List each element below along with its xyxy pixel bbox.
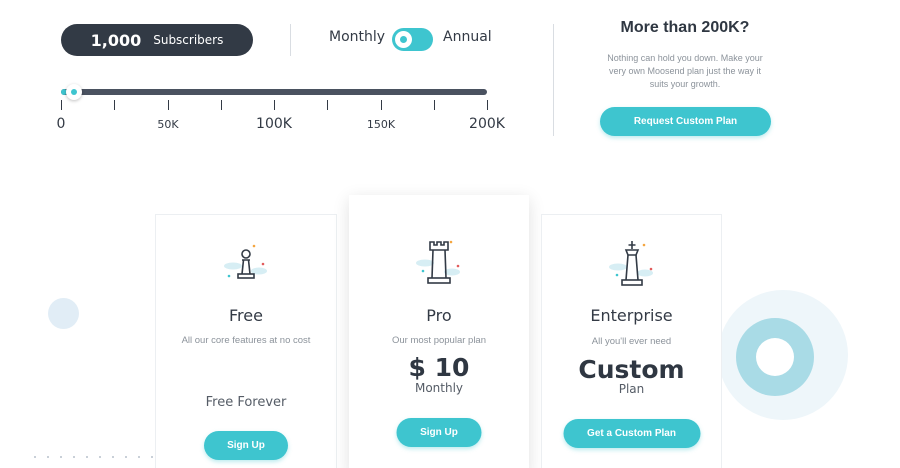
request-custom-plan-button[interactable]: Request Custom Plan <box>600 107 771 136</box>
plan-name: Pro <box>426 306 452 325</box>
decorative-circle <box>48 298 79 329</box>
subscriber-slider-thumb[interactable] <box>66 84 82 100</box>
billing-toggle[interactable] <box>392 28 433 51</box>
slider-tick <box>327 100 328 110</box>
custom-plan-description: Nothing can hold you down. Make your ver… <box>607 53 763 89</box>
plan-description: All you'll ever need <box>591 336 672 347</box>
toggle-knob[interactable] <box>395 31 412 48</box>
subscriber-slider-track[interactable] <box>61 89 487 95</box>
decorative-dots <box>34 456 153 458</box>
rook-icon <box>416 240 460 284</box>
slider-tick <box>274 100 275 110</box>
plan-card-pro: Pro Our most popular plan $ 10 Monthly S… <box>349 195 529 468</box>
plan-price: Custom <box>578 355 685 384</box>
pro-sign-up-button[interactable]: Sign Up <box>396 418 482 447</box>
slider-tick <box>168 100 169 110</box>
plan-name: Free <box>229 306 263 325</box>
slider-tick <box>221 100 222 110</box>
subscriber-count-display: 1,000 Subscribers <box>61 24 253 56</box>
plan-price-period: Plan <box>618 382 645 396</box>
plan-price: $ 10 <box>408 353 470 382</box>
plan-description: All our core features at no cost <box>181 335 311 346</box>
billing-annual-label[interactable]: Annual <box>443 29 492 45</box>
get-custom-plan-button[interactable]: Get a Custom Plan <box>563 419 700 448</box>
plan-card-free: Free All our core features at no cost Fr… <box>155 214 337 468</box>
slider-tick-label: 150K <box>366 118 396 131</box>
plan-price: Free Forever <box>205 395 287 410</box>
plan-name: Enterprise <box>590 306 673 325</box>
slider-tick <box>434 100 435 110</box>
custom-plan-title: More than 200K? <box>620 19 750 36</box>
divider <box>290 24 291 56</box>
free-sign-up-button[interactable]: Sign Up <box>204 431 288 460</box>
slider-tick-label: 0 <box>56 116 66 132</box>
subscriber-count: 1,000 <box>90 30 142 50</box>
decorative-ring-inner <box>756 338 794 376</box>
plan-card-enterprise: Enterprise All you'll ever need Custom P… <box>541 214 722 468</box>
slider-tick <box>381 100 382 110</box>
slider-tick <box>487 100 488 110</box>
subscriber-label: Subscribers <box>153 33 224 47</box>
slider-tick-label: 50K <box>157 118 179 131</box>
pawn-icon <box>224 244 267 279</box>
slider-tick-label: 200K <box>469 116 505 132</box>
king-icon <box>608 241 653 286</box>
plan-description: Our most popular plan <box>392 335 486 346</box>
divider <box>553 24 554 136</box>
plan-price-period: Monthly <box>414 381 464 395</box>
slider-tick <box>114 100 115 110</box>
slider-tick <box>61 100 62 110</box>
billing-monthly-label[interactable]: Monthly <box>329 29 385 45</box>
slider-tick-label: 100K <box>256 116 292 132</box>
